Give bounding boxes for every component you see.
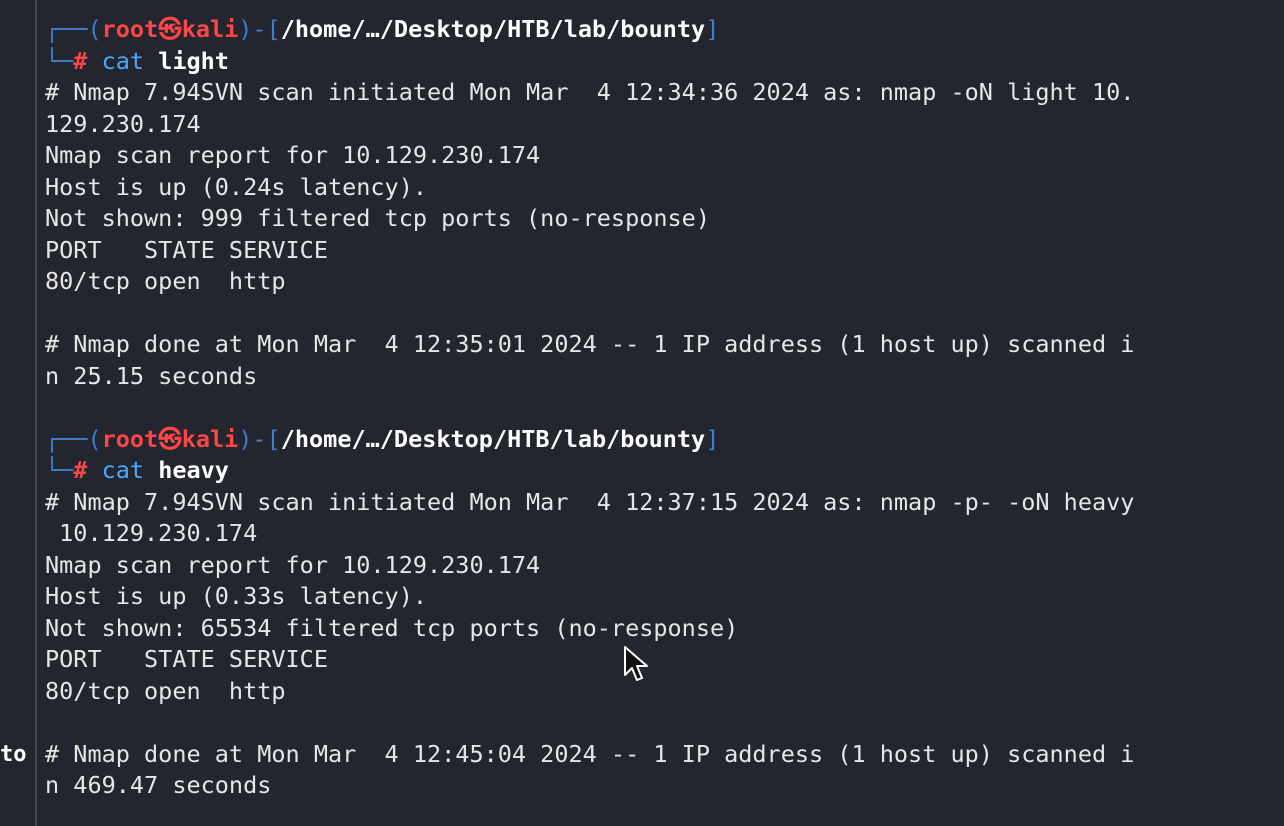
prompt-path: /home/…/Desktop/HTB/lab/bounty <box>280 424 706 453</box>
prompt-corner: ┌──( <box>45 15 102 43</box>
output-line: Nmap scan report for 10.129.230.174 <box>45 550 541 579</box>
output-line: Nmap scan report for 10.129.230.174 <box>45 141 541 169</box>
prompt-host: kali <box>181 424 239 453</box>
prompt-line-command: └─# cat heavy <box>45 455 1275 487</box>
command-block: ┌──(root㉿kali)-[/home/…/Desktop/HTB/lab/… <box>45 424 1275 802</box>
output-line: # Nmap 7.94SVN scan initiated Mon Mar 4 … <box>45 487 1135 516</box>
command-name: cat <box>101 46 145 75</box>
output-line: 80/tcp open http <box>45 676 286 705</box>
skull-icon: ㉿ <box>158 424 182 453</box>
prompt-bracket: )-[ <box>238 15 281 43</box>
output-line: 10.129.230.174 <box>45 519 258 547</box>
root-prompt-hash: # <box>73 456 88 484</box>
output-line: # Nmap done at Mon Mar 4 12:35:01 2024 -… <box>45 330 1135 358</box>
mouse-pointer-icon <box>624 646 648 681</box>
output-line: # Nmap done at Mon Mar 4 12:45:04 2024 -… <box>45 739 1135 768</box>
skull-icon: ㉿ <box>158 15 182 43</box>
output-line: n 25.15 seconds <box>45 361 258 390</box>
output-line: PORT STATE SERVICE <box>45 235 328 264</box>
command-name: cat <box>101 456 145 484</box>
prompt-bracket-end: ] <box>705 15 720 43</box>
prompt-path: /home/…/Desktop/HTB/lab/bounty <box>280 15 706 43</box>
output-line: 80/tcp open http <box>45 267 286 295</box>
command-block: ┌──(root㉿kali)-[/home/…/Desktop/HTB/lab/… <box>45 14 1275 424</box>
command-argument: heavy <box>158 456 229 484</box>
prompt-user: root <box>101 15 159 43</box>
root-prompt-hash: # <box>73 46 88 75</box>
output-line: Not shown: 65534 filtered tcp ports (no-… <box>45 613 739 642</box>
prompt-corner: ┌──( <box>45 424 102 453</box>
prompt-host: kali <box>181 15 239 43</box>
output-line: n 469.47 seconds <box>45 771 272 799</box>
terminal-output[interactable]: ┌──(root㉿kali)-[/home/…/Desktop/HTB/lab/… <box>45 14 1275 802</box>
prompt-user: root <box>101 424 159 453</box>
prompt-bracket-end: ] <box>705 424 720 453</box>
prompt-line-top: ┌──(root㉿kali)-[/home/…/Desktop/HTB/lab/… <box>45 14 1275 46</box>
output-line: Host is up (0.33s latency). <box>45 582 428 610</box>
prompt-corner: └─ <box>45 456 74 484</box>
prompt-corner: └─ <box>45 46 74 75</box>
output-line: PORT STATE SERVICE <box>45 645 328 673</box>
command-argument: light <box>158 46 229 75</box>
output-line: 129.230.174 <box>45 109 201 138</box>
output-line: Not shown: 999 filtered tcp ports (no-re… <box>45 204 710 232</box>
side-panel-label: to <box>0 742 27 767</box>
prompt-bracket: )-[ <box>238 424 281 453</box>
terminal-gutter-line <box>35 0 37 826</box>
prompt-line-top: ┌──(root㉿kali)-[/home/…/Desktop/HTB/lab/… <box>45 424 1275 456</box>
output-line: # Nmap 7.94SVN scan initiated Mon Mar 4 … <box>45 78 1135 106</box>
output-line: Host is up (0.24s latency). <box>45 172 428 201</box>
prompt-line-command: └─# cat light <box>45 46 1275 78</box>
